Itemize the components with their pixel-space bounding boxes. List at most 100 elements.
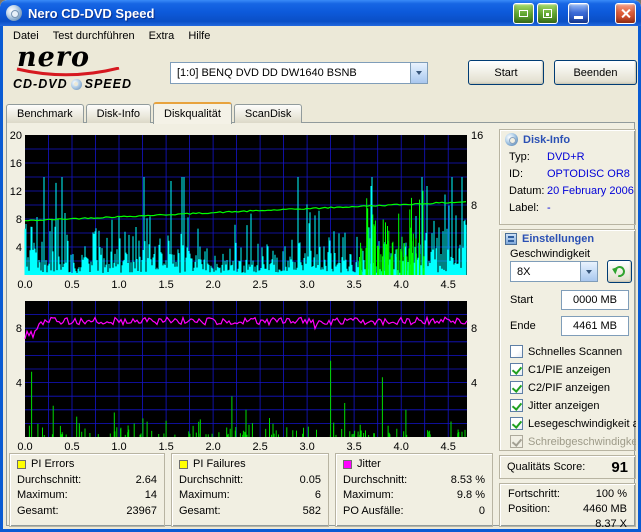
svg-text:8: 8 <box>471 323 477 335</box>
svg-text:4: 4 <box>471 378 477 390</box>
start-button[interactable]: Start <box>468 60 544 85</box>
chevron-down-icon <box>416 71 422 75</box>
stat-label: Gesamt: <box>17 504 59 517</box>
menu-extra[interactable]: Extra <box>142 27 182 45</box>
progress-label: Fortschritt: <box>508 487 560 500</box>
disk-info-label: Typ: <box>509 151 530 163</box>
jitter-legend-swatch <box>343 459 352 469</box>
stat-row: PO Ausfälle: 0 <box>343 505 485 517</box>
checkbox-jitter-anzeigen[interactable]: Jitter anzeigen <box>510 398 600 413</box>
panel-title: PI Errors <box>31 458 75 470</box>
checkbox-label: Lesegeschwindigkeit a <box>528 417 636 430</box>
end-mb-field[interactable]: 4461 MB <box>561 316 629 336</box>
refresh-icon <box>611 263 628 280</box>
stat-label: Durchschnitt: <box>179 473 244 486</box>
tab-bar: Benchmark Disk-Info Diskqualität ScanDis… <box>6 101 304 124</box>
svg-text:0.5: 0.5 <box>64 279 79 289</box>
stat-row: Maximum: 6 <box>179 489 321 501</box>
stat-value: 14 <box>144 489 157 501</box>
stat-row: Maximum: 9.8 % <box>343 489 485 501</box>
disk-info-row: ID: OPTODISC OR8 <box>500 166 635 183</box>
quality-score-panel: Qualitäts Score: 91 <box>499 455 636 479</box>
svg-text:3.5: 3.5 <box>346 279 361 289</box>
jitter-panel: Jitter Durchschnitt: 8.53 % Maximum: 9.8 %… <box>335 453 493 527</box>
tab-scandisk[interactable]: ScanDisk <box>233 104 303 123</box>
minimize-button[interactable] <box>568 2 589 24</box>
checkbox-lesegeschwindigkeit[interactable]: Lesegeschwindigkeit a <box>510 416 636 431</box>
nero-logo: nero CD-DVD SPEED <box>13 44 178 99</box>
app-disc-icon <box>6 5 22 21</box>
refresh-speed-button[interactable] <box>607 260 632 283</box>
checkbox-box <box>510 417 523 430</box>
checkbox-c2-pif-anzeigen[interactable]: C2/PIF anzeigen <box>510 380 610 395</box>
svg-text:8: 8 <box>16 214 22 226</box>
stat-value: 0.05 <box>299 473 321 486</box>
panel-header: PI Errors <box>17 458 157 470</box>
stat-value: 582 <box>302 504 321 517</box>
menu-hilfe[interactable]: Hilfe <box>181 27 217 45</box>
checkbox-label: C1/PIE anzeigen <box>528 363 611 376</box>
checkbox-schnelles-scannen[interactable]: Schnelles Scannen <box>510 344 622 359</box>
mini-disc-icon <box>70 78 82 90</box>
svg-text:8: 8 <box>471 200 477 212</box>
checkbox-label: C2/PIF anzeigen <box>528 381 610 394</box>
stat-row: Durchschnitt: 2.64 <box>17 474 157 486</box>
capture-button[interactable] <box>513 2 534 24</box>
start-mb-field[interactable]: 0000 MB <box>561 290 629 310</box>
tab-disk-info[interactable]: Disk-Info <box>85 104 152 123</box>
stat-row: Gesamt: 23967 <box>17 505 157 517</box>
jitter-pif-chart: 8 4 8 4 0.0 0.5 1.0 1.5 2.0 2.5 3.0 3.5 4.0 4.5 <box>16 301 477 451</box>
close-icon <box>620 8 631 19</box>
drive-select[interactable]: [1:0] BENQ DVD DD DW1640 BSNB <box>170 62 428 84</box>
disk-info-label: ID: <box>509 168 524 180</box>
svg-text:1.0: 1.0 <box>111 279 126 289</box>
stat-label: Maximum: <box>179 489 230 501</box>
drive-select-dropdown-button[interactable] <box>410 63 427 83</box>
tab-diskqualitaet[interactable]: Diskqualität <box>153 102 232 124</box>
logo-cd-dvd: CD-DVD <box>13 77 68 91</box>
speed-select-dropdown-button[interactable] <box>580 262 597 281</box>
stat-label: Maximum: <box>343 489 394 501</box>
stat-label: PO Ausfälle: <box>343 504 404 517</box>
disk-info-header: Disk-Info <box>500 130 635 149</box>
progress-value: 100 % <box>595 487 627 500</box>
end-position-row: Ende 4461 MB <box>510 316 629 336</box>
settings-header: Einstellungen <box>500 230 635 248</box>
titlebar-buttons <box>513 2 636 24</box>
svg-text:0.5: 0.5 <box>64 441 79 451</box>
titlebar[interactable]: Nero CD-DVD Speed <box>0 0 641 26</box>
svg-text:0.0: 0.0 <box>17 279 32 289</box>
checkbox-box <box>510 435 523 448</box>
save-capture-button[interactable] <box>537 2 558 24</box>
svg-text:12: 12 <box>10 186 22 198</box>
checkbox-box <box>510 363 523 376</box>
quality-score-label: Qualitäts Score: <box>507 461 586 473</box>
stat-label: Durchschnitt: <box>17 473 82 486</box>
panel-title: Jitter <box>357 458 381 470</box>
checkbox-box <box>510 399 523 412</box>
quality-score-value: 91 <box>611 458 628 476</box>
svg-text:1.5: 1.5 <box>158 441 173 451</box>
pi-errors-chart: 20 16 12 8 4 16 8 0.0 0.5 1.0 1.5 2.0 2.5 3.0 3.5 4.0 4.… <box>10 130 484 289</box>
disk-info-panel: Disk-Info Typ: DVD+R ID: OPTODISC OR8 Datu… <box>499 129 636 225</box>
tab-benchmark[interactable]: Benchmark <box>6 104 84 123</box>
stat-value: 8.53 % <box>450 473 485 486</box>
logo-speed: SPEED <box>84 77 132 91</box>
quit-button[interactable]: Beenden <box>554 60 637 85</box>
disk-info-value: OPTODISC OR8 <box>547 168 630 180</box>
panel-header: PI Failures <box>179 458 321 470</box>
checkbox-c1-pie-anzeigen[interactable]: C1/PIE anzeigen <box>510 362 611 377</box>
pi-failures-legend-swatch <box>179 459 188 469</box>
svg-text:0.0: 0.0 <box>17 441 32 451</box>
stat-label: Durchschnitt: <box>343 473 408 486</box>
diskette-icon <box>543 8 552 18</box>
menubar: Datei Test durchführen Extra Hilfe <box>3 26 638 46</box>
close-button[interactable] <box>615 2 636 24</box>
stat-label: Maximum: <box>17 489 68 501</box>
svg-text:4.5: 4.5 <box>441 279 456 289</box>
chevron-down-icon <box>586 269 592 274</box>
speed-select[interactable]: 8X <box>510 261 598 282</box>
disk-info-row: Datum: 20 February 2006 <box>500 183 635 200</box>
checkbox-label: Jitter anzeigen <box>528 399 600 412</box>
end-mb-label: Ende <box>510 320 536 332</box>
